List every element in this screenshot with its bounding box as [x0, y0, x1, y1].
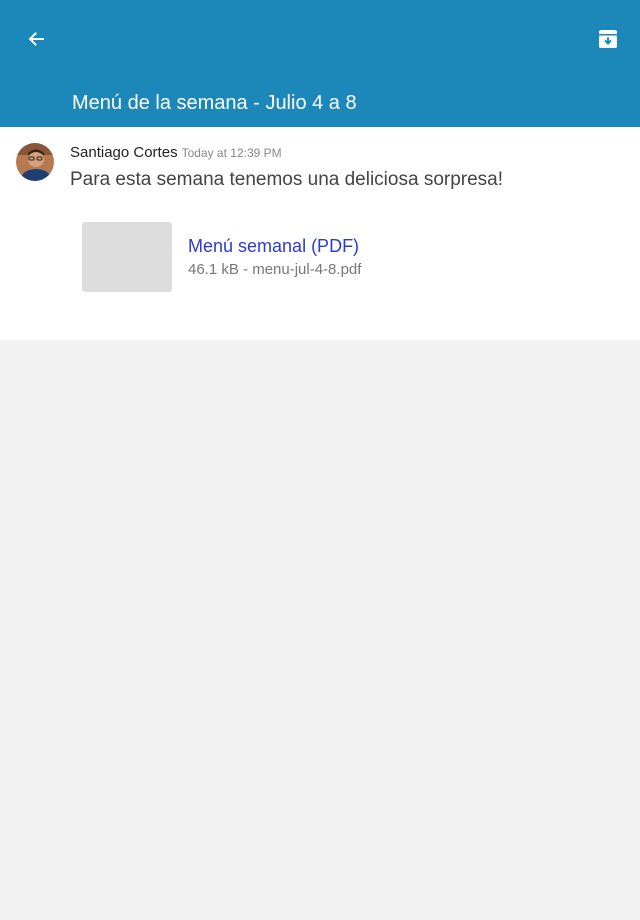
back-button[interactable] [20, 23, 52, 55]
attachment-meta: 46.1 kB - menu-jul-4-8.pdf [188, 261, 362, 278]
author-name-text: Santiago Cortes [70, 144, 178, 161]
archive-button[interactable] [592, 23, 624, 55]
avatar[interactable] [16, 143, 54, 181]
author-photo [16, 143, 54, 181]
post-card: Santiago Cortes Today at 12:39 PM Para es… [0, 127, 640, 340]
timestamp: Today at 12:39 PM [181, 146, 282, 160]
archive-icon [599, 30, 617, 48]
attachment-title[interactable]: Menú semanal (PDF) [188, 236, 359, 257]
attachment-link[interactable]: Menú semanal (PDF) 46.1 kB - menu-jul-4-… [82, 222, 482, 292]
attachment-thumbnail[interactable] [82, 222, 172, 292]
app-bar: Menú de la semana - Julio 4 a 8 [0, 0, 640, 127]
message-text: Para esta semana tenemos una deliciosa s… [70, 169, 504, 190]
author-name: Santiago Cortes Today at 12:39 PM [70, 144, 282, 161]
page-title: Menú de la semana - Julio 4 a 8 [72, 92, 357, 114]
arrow-left-icon [28, 32, 44, 46]
